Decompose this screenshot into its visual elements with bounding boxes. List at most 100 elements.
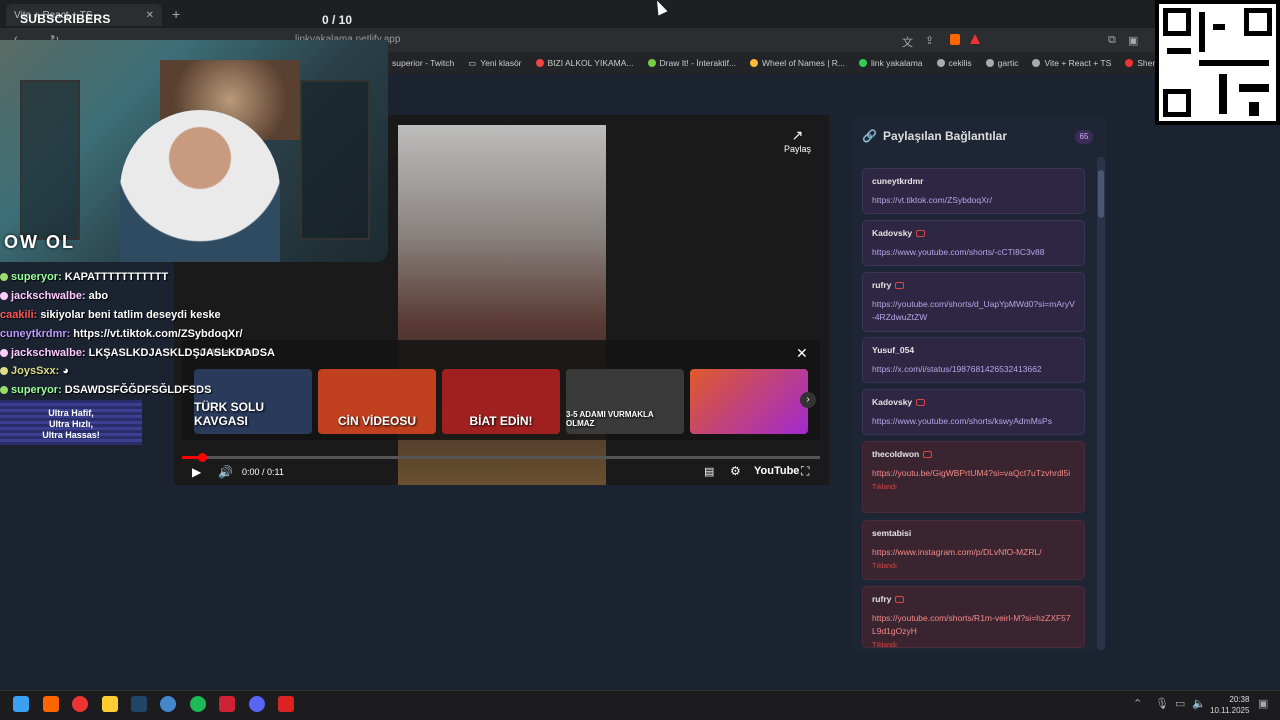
tab-bar <box>0 0 1280 28</box>
site-icon <box>859 59 868 67</box>
site-icon <box>647 59 656 67</box>
badge-icon <box>0 273 8 282</box>
link-card-clicked[interactable]: thecoldwon https://youtu.be/GigWBPrtUM4?… <box>862 441 1085 513</box>
player-controls: ▶ 🔊 0:00 / 0:11 ▤ ⚙ YouTube ⛶ <box>182 463 820 481</box>
clicked-label: Tıklandı <box>872 563 897 570</box>
shelf <box>20 80 80 240</box>
bookmark-2[interactable]: BIZI ALKOL YIKAMA... <box>535 58 634 68</box>
app-icon[interactable] <box>160 696 176 712</box>
app-icon[interactable] <box>219 696 235 712</box>
subscriber-counter: 0 / 10 <box>322 13 353 27</box>
settings-gear-icon[interactable]: ⚙ <box>730 464 741 478</box>
link-url[interactable]: https://www.instagram.com/p/DLvNfO-MZRL/ <box>872 546 1075 559</box>
badge-icon <box>0 292 8 301</box>
brave-rewards-icon[interactable] <box>970 34 980 44</box>
badge-icon <box>0 386 8 395</box>
shelf <box>300 80 370 240</box>
bookmark-3[interactable]: Draw It! - İnteraktif... <box>647 58 736 68</box>
owl-logo: OW OL <box>4 232 75 252</box>
link-url[interactable]: https://youtube.com/shorts/R1m-veirl-M?s… <box>872 612 1075 638</box>
system-clock[interactable]: 20:38 10.11.2025 <box>1210 694 1249 716</box>
network-icon[interactable]: ▭ <box>1175 697 1185 710</box>
spotify-icon[interactable] <box>190 696 206 712</box>
brave-shield-icon[interactable] <box>950 34 960 45</box>
chat-message: superyor: DSAWDSFĞĞDFSĞLDFSDS <box>0 381 280 400</box>
close-end-screen-icon[interactable]: ✕ <box>796 345 808 362</box>
extensions-icon[interactable]: ⧉ <box>1108 34 1116 47</box>
link-count-badge: 65 <box>1075 130 1093 144</box>
site-icon <box>750 59 759 67</box>
folder-icon[interactable] <box>102 696 118 712</box>
youtube-icon <box>923 450 933 458</box>
link-card[interactable]: Kadovsky https://www.youtube.com/shorts/… <box>862 389 1085 435</box>
video-thumbnail[interactable]: BİAT EDİN! <box>442 369 560 434</box>
clicked-label: Tıklandı <box>872 642 897 648</box>
captions-icon[interactable]: ▤ <box>704 465 714 478</box>
youtube-logo[interactable]: YouTube <box>754 465 799 477</box>
bookmark-0[interactable]: superior - Twitch <box>392 58 454 68</box>
progress-knob[interactable] <box>198 453 207 462</box>
link-card[interactable]: rufry https://youtube.com/shorts/d_UapYp… <box>862 272 1085 332</box>
video-thumbnail[interactable]: CİN VİDEOSU <box>318 369 436 434</box>
link-url[interactable]: https://vt.tiktok.com/ZSybdoqXr/ <box>872 194 1075 207</box>
new-tab-button[interactable]: + <box>172 6 180 22</box>
subscribers-label: SUBSCRIBERS <box>20 12 111 26</box>
play-icon[interactable]: ▶ <box>192 465 201 479</box>
close-tab-icon[interactable]: ✕ <box>146 10 154 21</box>
youtube-icon <box>895 281 905 289</box>
badge-icon <box>0 348 8 357</box>
link-icon: 🔗 <box>862 129 877 143</box>
discord-icon[interactable] <box>249 696 265 712</box>
link-card-clicked[interactable]: rufry https://youtube.com/shorts/R1m-vei… <box>862 586 1085 648</box>
scrollbar[interactable] <box>1097 157 1105 650</box>
youtube-icon <box>916 398 926 406</box>
site-icon <box>1125 59 1134 67</box>
bookmark-8[interactable]: Vite + React + TS <box>1032 58 1111 68</box>
globe-icon <box>1032 59 1041 67</box>
brave-icon[interactable] <box>43 696 59 712</box>
video-thumbnail[interactable]: 3-5 ADAMI VURMAKLA OLMAZ <box>566 369 684 434</box>
link-card[interactable]: cuneytkrdmr https://vt.tiktok.com/ZSybdo… <box>862 168 1085 214</box>
link-card[interactable]: Yusuf_054 https://x.com/i/status/1987681… <box>862 337 1085 383</box>
share-arrow-icon: ↗ <box>791 127 804 143</box>
sidebar-icon[interactable]: ▣ <box>1128 34 1138 47</box>
windows-start-icon[interactable] <box>13 696 29 712</box>
bookmark-4[interactable]: Wheel of Names | R... <box>750 58 845 68</box>
bookmark-7[interactable]: gartic <box>985 58 1018 68</box>
panel-header: 🔗 Paylaşılan Bağlantılar <box>862 129 1007 143</box>
microphone-icon[interactable]: 🎙 <box>1155 697 1169 710</box>
translate-icon[interactable]: 文 <box>902 34 913 50</box>
link-card-clicked[interactable]: semtabisi https://www.instagram.com/p/DL… <box>862 520 1085 580</box>
link-url[interactable]: https://x.com/i/status/19876814265324136… <box>872 363 1075 376</box>
chat-message: caakili: sikiyolar beni tatlim deseydi ke… <box>0 308 221 321</box>
share-icon[interactable]: ⇪ <box>925 34 934 47</box>
speaker-icon[interactable]: 🔈 <box>1192 697 1206 710</box>
link-url[interactable]: https://www.youtube.com/shorts/-cCTI8C3v… <box>872 246 1075 259</box>
progress-bar[interactable] <box>182 456 820 459</box>
badge-icon <box>0 367 8 376</box>
time-display: 0:00 / 0:11 <box>242 467 284 477</box>
globe-icon <box>985 59 994 67</box>
notification-icon[interactable]: ▣ <box>1258 697 1268 710</box>
scrollbar-thumb[interactable] <box>1098 170 1104 218</box>
link-url[interactable]: https://youtu.be/GigWBPrtUM4?si=vaQct7uT… <box>872 467 1075 480</box>
next-arrow-icon[interactable]: › <box>800 392 816 408</box>
folder-icon: ▭ <box>468 57 477 68</box>
streamer <box>120 110 280 262</box>
chat-message: jackschwalbe: LKŞASLKDJASKLDŞJASLKDADSA <box>0 343 280 362</box>
bookmark-1[interactable]: ▭ Yeni klasör <box>468 58 521 69</box>
steam-icon[interactable] <box>131 696 147 712</box>
link-url[interactable]: https://youtube.com/shorts/d_UapYpMWd0?s… <box>872 298 1075 324</box>
fullscreen-icon[interactable]: ⛶ <box>801 464 809 479</box>
share-button[interactable]: ↗ Paylaş <box>784 127 811 154</box>
bookmark-5[interactable]: link yakalama <box>859 58 923 68</box>
bookmark-6[interactable]: cekilis <box>936 58 972 68</box>
link-url[interactable]: https://www.youtube.com/shorts/kswyAdmMs… <box>872 415 1075 428</box>
maps-icon[interactable] <box>72 696 88 712</box>
chat-message: cuneytkrdmr: https://vt.tiktok.com/ZSybdo… <box>0 327 243 340</box>
link-card[interactable]: Kadovsky https://www.youtube.com/shorts/… <box>862 220 1085 266</box>
volume-icon[interactable]: 🔊 <box>218 465 233 479</box>
app-icon[interactable] <box>278 696 294 712</box>
tray-chevron-icon[interactable]: ⌃ <box>1133 697 1142 710</box>
video-thumbnail[interactable] <box>690 369 808 434</box>
